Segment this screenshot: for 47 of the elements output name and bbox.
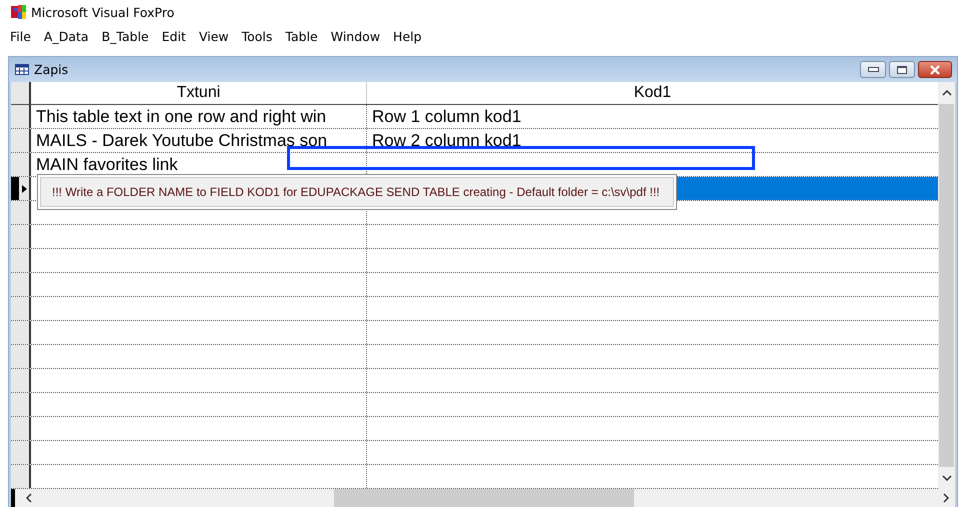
menu-item[interactable]: Edit xyxy=(156,26,193,46)
table-cell: This table text in one row and right win xyxy=(31,105,367,128)
menu-item[interactable]: A_Data xyxy=(38,26,96,46)
menu-item[interactable]: B_Table xyxy=(96,26,156,46)
minimize-button[interactable] xyxy=(860,61,886,78)
column-header[interactable]: Txtuni xyxy=(31,82,367,104)
row-selector[interactable] xyxy=(11,465,31,488)
app-title: Microsoft Visual FoxPro xyxy=(31,4,174,20)
row-selector[interactable] xyxy=(11,369,31,392)
table-icon xyxy=(15,64,29,75)
row-selector[interactable] xyxy=(11,249,31,272)
row-selector[interactable] xyxy=(11,441,31,464)
row-selector[interactable] xyxy=(11,129,31,152)
vertical-scrollbar[interactable] xyxy=(938,82,955,489)
row-selector[interactable] xyxy=(11,321,31,344)
scroll-down-icon[interactable] xyxy=(942,475,952,481)
row-selector[interactable] xyxy=(11,105,31,128)
row-selector[interactable] xyxy=(11,393,31,416)
row-selector[interactable] xyxy=(11,345,31,368)
horizontal-scrollbar[interactable] xyxy=(11,489,955,507)
scroll-left-icon[interactable] xyxy=(26,493,32,503)
header-corner xyxy=(11,82,31,104)
window-title: Zapis xyxy=(34,62,68,77)
scroll-up-icon[interactable] xyxy=(942,90,952,96)
row-selector[interactable] xyxy=(11,297,31,320)
row-selector[interactable] xyxy=(11,225,31,248)
row-selector[interactable] xyxy=(11,177,31,200)
row-selector[interactable] xyxy=(11,153,31,176)
maximize-button[interactable] xyxy=(889,61,915,78)
table-cell: MAILS - Darek Youtube Christmas son xyxy=(31,129,367,152)
app-logo-icon xyxy=(11,4,27,20)
column-header[interactable]: Kod1 xyxy=(367,82,938,104)
close-button[interactable] xyxy=(918,61,952,78)
row-selector[interactable] xyxy=(11,273,31,296)
menu-item[interactable]: Window xyxy=(324,26,388,46)
scroll-right-icon[interactable] xyxy=(943,493,949,503)
menu-item[interactable]: Tools xyxy=(236,26,280,46)
table-cell-text: Row 2 column kod1 xyxy=(371,130,522,152)
table-cell-text: Row 1 column kod1 xyxy=(371,106,522,128)
menu-item[interactable]: View xyxy=(192,26,236,46)
tooltip: !!! Write a FOLDER NAME to FIELD KOD1 for EDUPACKAGE SEND TABLE creating - Default folder = c:\sv\pdf !!! xyxy=(37,174,677,210)
row-selector[interactable] xyxy=(11,417,31,440)
close-icon xyxy=(930,64,940,74)
menu-item[interactable]: Table xyxy=(279,26,325,46)
menu-item[interactable]: Help xyxy=(387,26,429,46)
menu-item[interactable]: File xyxy=(4,26,38,46)
row-selector[interactable] xyxy=(11,201,31,224)
